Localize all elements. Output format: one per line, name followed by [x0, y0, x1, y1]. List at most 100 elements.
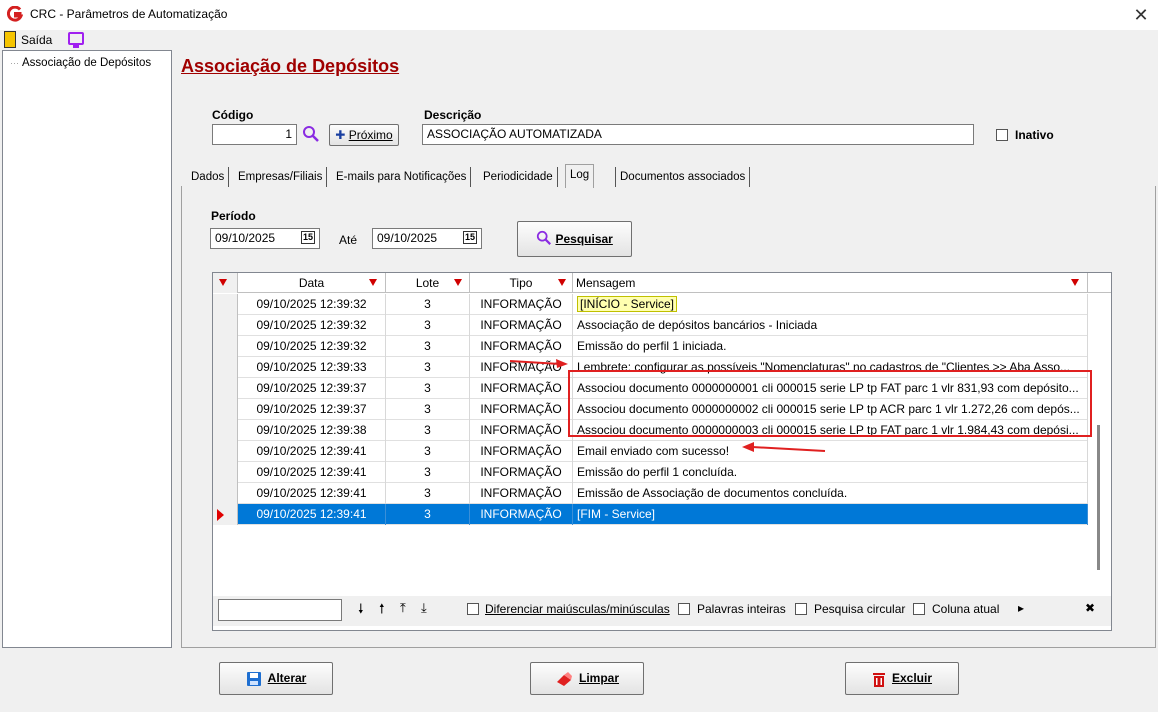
- coluna-atual-label: Coluna atual: [932, 602, 1000, 616]
- exit-door-icon[interactable]: [4, 31, 16, 48]
- close-find-icon[interactable]: ✖: [1085, 601, 1095, 615]
- pesquisar-label: Pesquisar: [555, 232, 613, 246]
- tree-item-associacao-depositos[interactable]: Associação de Depósitos: [10, 57, 151, 69]
- cell-lote: 3: [386, 399, 470, 420]
- cell-tipo: INFORMAÇÃO: [470, 441, 573, 462]
- row-indicator[interactable]: [213, 336, 238, 357]
- row-indicator[interactable]: [213, 504, 238, 525]
- cell-lote: 3: [386, 462, 470, 483]
- row-indicator[interactable]: [213, 420, 238, 441]
- tab-dados[interactable]: Dados: [187, 167, 230, 187]
- row-indicator[interactable]: [213, 399, 238, 420]
- row-indicator[interactable]: [213, 483, 238, 504]
- table-row[interactable]: 09/10/2025 12:39:32 3 INFORMAÇÃO [INÍCIO - …: [213, 294, 1088, 315]
- column-header-mensagem[interactable]: Mensagem: [573, 273, 1088, 293]
- row-indicator[interactable]: [213, 441, 238, 462]
- table-row[interactable]: 09/10/2025 12:39:41 3 INFORMAÇÃO Emissão de…: [213, 483, 1088, 504]
- cell-tipo: INFORMAÇÃO: [470, 336, 573, 357]
- column-header-lote[interactable]: Lote: [386, 273, 470, 293]
- filter-icon[interactable]: [369, 279, 377, 286]
- row-indicator[interactable]: [213, 357, 238, 378]
- cell-mensagem: [INÍCIO - Service]: [573, 294, 1088, 315]
- cell-tipo: INFORMAÇÃO: [470, 399, 573, 420]
- codigo-label: Código: [212, 108, 254, 122]
- cell-tipo: INFORMAÇÃO: [470, 462, 573, 483]
- calendar-to-icon[interactable]: 15: [463, 231, 477, 244]
- filter-sort-icon[interactable]: [454, 279, 462, 286]
- column-header-data[interactable]: Data: [238, 273, 386, 293]
- cell-mensagem: Email enviado com sucesso!: [573, 441, 1088, 462]
- menu-bar: [0, 30, 1158, 50]
- row-indicator[interactable]: [213, 462, 238, 483]
- search-codigo-icon[interactable]: [302, 125, 320, 143]
- codigo-input[interactable]: 1: [212, 124, 297, 145]
- cell-tipo: INFORMAÇÃO: [470, 420, 573, 441]
- filter-icon[interactable]: [558, 279, 566, 286]
- navigation-tree: [2, 50, 172, 648]
- highlighted-message: [INÍCIO - Service]: [577, 296, 678, 312]
- find-input[interactable]: [218, 599, 342, 621]
- log-grid: Data Lote Tipo Mensagem 09/10/2025 12:39…: [212, 272, 1112, 631]
- filter-icon[interactable]: [1071, 279, 1079, 286]
- cell-data: 09/10/2025 12:39:33: [238, 357, 386, 378]
- current-row-arrow-icon: [217, 509, 224, 521]
- more-options-icon[interactable]: ▸: [1018, 601, 1024, 615]
- alterar-button[interactable]: Alterar: [219, 662, 333, 695]
- tab-documentos-associados[interactable]: Documentos associados: [615, 167, 751, 187]
- palavras-inteiras-checkbox[interactable]: [678, 603, 690, 615]
- monitor-stand-icon: [73, 45, 79, 48]
- column-header-tipo[interactable]: Tipo: [470, 273, 573, 293]
- cell-tipo: INFORMAÇÃO: [470, 504, 573, 525]
- pesquisa-circular-label: Pesquisa circular: [814, 602, 906, 616]
- cell-lote: 3: [386, 441, 470, 462]
- inativo-checkbox[interactable]: [996, 129, 1008, 141]
- tab-emails-notificacoes[interactable]: E-mails para Notificações: [332, 167, 472, 187]
- tab-periodicidade[interactable]: Periodicidade: [479, 167, 558, 187]
- ate-label: Até: [339, 233, 358, 247]
- proximo-label: Próximo: [348, 128, 393, 142]
- window-title: CRC - Parâmetros de Automatização: [30, 7, 228, 21]
- header-menu-icon[interactable]: [219, 279, 227, 286]
- cell-data: 09/10/2025 12:39:41: [238, 441, 386, 462]
- excluir-button[interactable]: Excluir: [845, 662, 959, 695]
- proximo-button[interactable]: ✚ Próximo: [329, 124, 399, 146]
- tab-empresas-filiais[interactable]: Empresas/Filiais: [234, 167, 328, 187]
- cell-data: 09/10/2025 12:39:38: [238, 420, 386, 441]
- tab-strip: Dados Empresas/Filiais E-mails para Noti…: [187, 164, 787, 188]
- plus-icon: ✚: [335, 128, 346, 142]
- cell-data: 09/10/2025 12:39:41: [238, 462, 386, 483]
- monitor-icon[interactable]: [68, 32, 84, 45]
- find-last-icon[interactable]: ⤓: [421, 600, 427, 616]
- pesquisa-circular-checkbox[interactable]: [795, 603, 807, 615]
- calendar-from-icon[interactable]: 15: [301, 231, 315, 244]
- row-indicator[interactable]: [213, 378, 238, 399]
- table-row[interactable]: 09/10/2025 12:39:32 3 INFORMAÇÃO Emissão do…: [213, 336, 1088, 357]
- cell-lote: 3: [386, 483, 470, 504]
- cell-tipo: INFORMAÇÃO: [470, 294, 573, 315]
- diferenciar-label: Diferenciar maiúsculas/minúsculas: [485, 602, 670, 616]
- find-first-icon[interactable]: ⤒: [400, 600, 406, 616]
- row-indicator[interactable]: [213, 315, 238, 336]
- close-window-button[interactable]: ✕: [1130, 4, 1152, 26]
- coluna-atual-checkbox[interactable]: [913, 603, 925, 615]
- row-indicator[interactable]: [213, 294, 238, 315]
- cell-data: 09/10/2025 12:39:41: [238, 483, 386, 504]
- table-row[interactable]: 09/10/2025 12:39:41 3 INFORMAÇÃO Email envi…: [213, 441, 1088, 462]
- pesquisar-button[interactable]: Pesquisar: [517, 221, 632, 257]
- table-row[interactable]: 09/10/2025 12:39:41 3 INFORMAÇÃO Emissão do…: [213, 462, 1088, 483]
- cell-mensagem: Associação de depósitos bancários - Inic…: [573, 315, 1088, 336]
- limpar-button[interactable]: Limpar: [530, 662, 644, 695]
- descricao-input[interactable]: ASSOCIAÇÃO AUTOMATIZADA: [422, 124, 974, 145]
- find-next-icon[interactable]: 🠗: [358, 600, 364, 622]
- table-row[interactable]: 09/10/2025 12:39:41 3 INFORMAÇÃO [FIM - Ser…: [213, 504, 1088, 525]
- cell-data: 09/10/2025 12:39:32: [238, 336, 386, 357]
- cell-tipo: INFORMAÇÃO: [470, 315, 573, 336]
- diferenciar-checkbox[interactable]: [467, 603, 479, 615]
- tab-log[interactable]: Log: [565, 164, 595, 188]
- table-row[interactable]: 09/10/2025 12:39:32 3 INFORMAÇÃO Associação…: [213, 315, 1088, 336]
- vertical-scrollbar[interactable]: [1097, 425, 1100, 570]
- grid-header: Data Lote Tipo Mensagem: [213, 273, 1111, 293]
- find-previous-icon[interactable]: 🠕: [379, 600, 385, 622]
- eraser-icon: [556, 671, 572, 686]
- exit-menu-item[interactable]: Saída: [21, 33, 52, 47]
